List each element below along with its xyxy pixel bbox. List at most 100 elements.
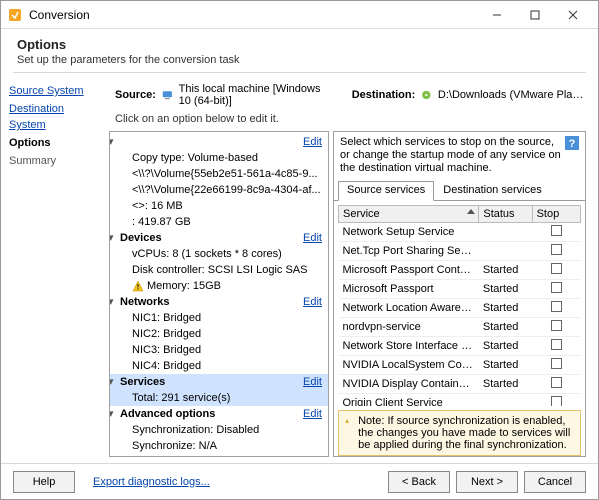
tree-item[interactable]: NIC3: Bridged <box>110 342 328 358</box>
table-row[interactable]: NVIDIA Display Container LSStarted <box>339 375 581 394</box>
tree-item[interactable]: Final synchronization: N/A <box>110 454 328 457</box>
tree-item[interactable]: Copy type: Volume-based <box>110 150 328 166</box>
col-service[interactable]: Service <box>339 206 479 223</box>
stop-checkbox[interactable] <box>551 339 562 350</box>
stop-cell <box>532 337 580 356</box>
tree-item[interactable]: : 419.87 GB <box>110 214 328 230</box>
close-button[interactable] <box>554 2 592 28</box>
stop-checkbox[interactable] <box>551 358 562 369</box>
tab-source-services[interactable]: Source services <box>338 181 434 201</box>
help-icon[interactable]: ? <box>565 136 579 150</box>
tab-destination-services[interactable]: Destination services <box>434 181 550 200</box>
sidebar-item-destination-system[interactable]: Destination System <box>9 101 101 133</box>
tree-item[interactable]: NIC1: Bridged <box>110 310 328 326</box>
service-cell: Microsoft Passport <box>339 280 479 299</box>
next-button[interactable]: Next > <box>456 471 518 493</box>
tree-section-header[interactable]: ▾Advanced optionsEdit <box>110 406 328 422</box>
table-row[interactable]: Microsoft PassportStarted <box>339 280 581 299</box>
stop-checkbox[interactable] <box>551 301 562 312</box>
tree-item[interactable]: NIC2: Bridged <box>110 326 328 342</box>
edit-link[interactable]: Edit <box>303 135 324 149</box>
tree-section-header[interactable]: ▾ServicesEdit <box>110 374 328 390</box>
status-cell <box>479 394 532 407</box>
tree-item-label: Synchronization: Disabled <box>132 423 324 437</box>
edit-link[interactable]: Edit <box>303 295 324 309</box>
tree-item[interactable]: <\\?\Volume{22e66199-8c9a-4304-af... <box>110 182 328 198</box>
tree-item-label: Synchronize: N/A <box>132 439 324 453</box>
col-status[interactable]: Status <box>479 206 532 223</box>
tree-item[interactable]: Memory: 15GB <box>110 278 328 294</box>
stop-checkbox[interactable] <box>551 244 562 255</box>
status-cell <box>479 242 532 261</box>
minimize-button[interactable] <box>478 2 516 28</box>
svg-text:?: ? <box>569 138 576 150</box>
stop-checkbox[interactable] <box>551 396 562 406</box>
stop-checkbox[interactable] <box>551 263 562 274</box>
computer-icon <box>162 88 173 102</box>
tree-section-header[interactable]: ▾Edit <box>110 134 328 150</box>
export-logs-link[interactable]: Export diagnostic logs... <box>93 476 210 488</box>
chevron-down-icon: ▾ <box>109 375 118 389</box>
tree-item[interactable]: <>: 16 MB <box>110 198 328 214</box>
tree-item[interactable]: vCPUs: 8 (1 sockets * 8 cores) <box>110 246 328 262</box>
tree-item[interactable]: Disk controller: SCSI LSI Logic SAS <box>110 262 328 278</box>
edit-link[interactable]: Edit <box>303 375 324 389</box>
page-subtitle: Set up the parameters for the conversion… <box>17 54 582 66</box>
tree-item[interactable]: Synchronize: N/A <box>110 438 328 454</box>
col-stop[interactable]: Stop <box>532 206 580 223</box>
tree-item[interactable]: <\\?\Volume{55eb2e51-561a-4c85-9... <box>110 166 328 182</box>
stop-checkbox[interactable] <box>551 377 562 388</box>
sidebar-item-options[interactable]: Options <box>9 135 101 151</box>
stop-cell <box>532 223 580 242</box>
cancel-button[interactable]: Cancel <box>524 471 586 493</box>
source-dest-row: Source: This local machine [Windows 10 (… <box>109 79 586 111</box>
table-row[interactable]: Network Location AwarenessStarted <box>339 299 581 318</box>
tree-section-header[interactable]: ▾NetworksEdit <box>110 294 328 310</box>
stop-checkbox[interactable] <box>551 320 562 331</box>
tree-item-label: Networks <box>120 295 303 309</box>
stop-cell <box>532 242 580 261</box>
tree-item-label: NIC3: Bridged <box>132 343 324 357</box>
services-description: Select which services to stop on the sou… <box>340 136 561 175</box>
tree-item-label: Final synchronization: N/A <box>132 455 324 457</box>
footer: Help Export diagnostic logs... < Back Ne… <box>1 463 598 499</box>
options-tree[interactable]: ▾EditCopy type: Volume-based<\\?\Volume{… <box>109 131 329 457</box>
services-panel: Select which services to stop on the sou… <box>333 131 586 457</box>
sidebar-item-summary[interactable]: Summary <box>9 153 101 169</box>
stop-checkbox[interactable] <box>551 282 562 293</box>
tree-item-label: <\\?\Volume{22e66199-8c9a-4304-af... <box>132 183 324 197</box>
table-row[interactable]: nordvpn-serviceStarted <box>339 318 581 337</box>
tree-item-label: Services <box>120 375 303 389</box>
service-cell: NVIDIA LocalSystem Container <box>339 356 479 375</box>
table-row[interactable]: Origin Client Service <box>339 394 581 407</box>
table-row[interactable]: Net.Tcp Port Sharing Service <box>339 242 581 261</box>
table-row[interactable]: NVIDIA LocalSystem ContainerStarted <box>339 356 581 375</box>
stop-cell <box>532 356 580 375</box>
chevron-down-icon: ▾ <box>109 231 118 245</box>
service-cell: Origin Client Service <box>339 394 479 407</box>
sidebar-item-source-system[interactable]: Source System <box>9 83 101 99</box>
chevron-down-icon: ▾ <box>109 407 118 421</box>
tree-item-label: vCPUs: 8 (1 sockets * 8 cores) <box>132 247 324 261</box>
tree-section-header[interactable]: ▾DevicesEdit <box>110 230 328 246</box>
status-cell: Started <box>479 280 532 299</box>
stop-cell <box>532 280 580 299</box>
tree-item-label: : 419.87 GB <box>132 215 324 229</box>
tree-item-label: Total: 291 service(s) <box>132 391 324 405</box>
tree-item[interactable]: Total: 291 service(s) <box>110 390 328 406</box>
stop-cell <box>532 261 580 280</box>
stop-checkbox[interactable] <box>551 225 562 236</box>
tree-item[interactable]: NIC4: Bridged <box>110 358 328 374</box>
table-row[interactable]: Microsoft Passport ContainerStarted <box>339 261 581 280</box>
table-row[interactable]: Network Store Interface ServiceStarted <box>339 337 581 356</box>
tree-item[interactable]: Synchronization: Disabled <box>110 422 328 438</box>
note-text: Note: If source synchronization is enabl… <box>358 415 574 451</box>
edit-link[interactable]: Edit <box>303 231 324 245</box>
help-button[interactable]: Help <box>13 471 75 493</box>
service-cell: NVIDIA Display Container LS <box>339 375 479 394</box>
back-button[interactable]: < Back <box>388 471 450 493</box>
edit-link[interactable]: Edit <box>303 407 324 421</box>
tree-item-label: Advanced options <box>120 407 303 421</box>
table-row[interactable]: Network Setup Service <box>339 223 581 242</box>
maximize-button[interactable] <box>516 2 554 28</box>
